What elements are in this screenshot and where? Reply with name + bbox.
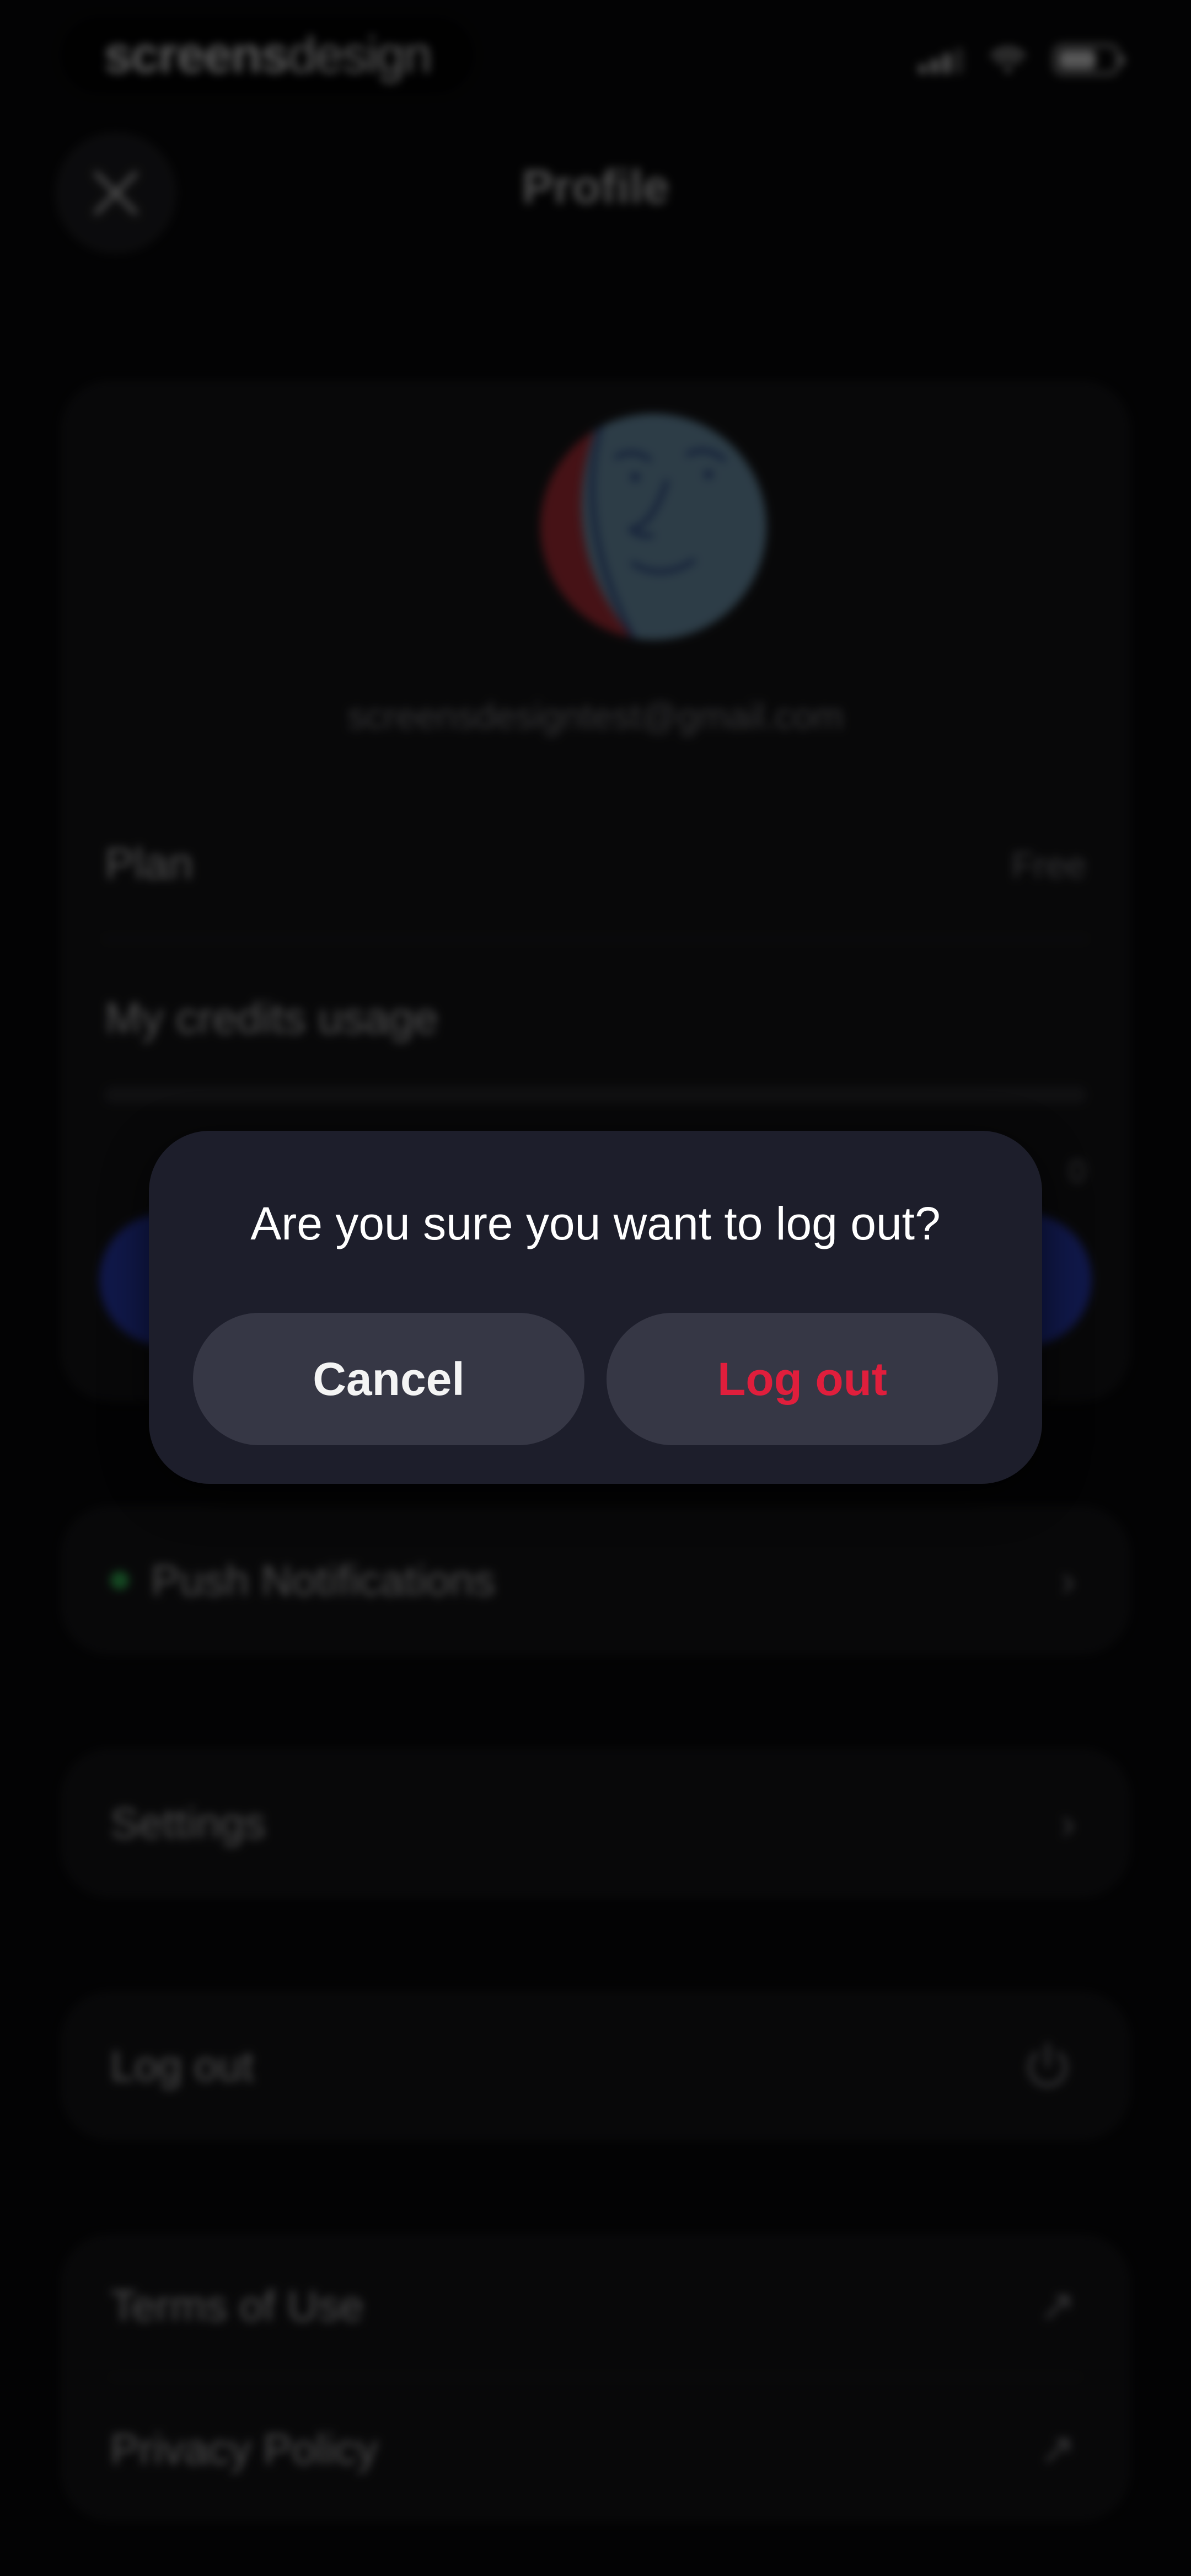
logout-confirm-dialog: Are you sure you want to log out? Cancel…: [149, 1131, 1042, 1484]
app-screen: screensdesign Profile screensdesigntest@…: [0, 0, 1191, 2576]
cancel-button[interactable]: Cancel: [193, 1313, 584, 1445]
dialog-message: Are you sure you want to log out?: [250, 1198, 941, 1249]
confirm-logout-button[interactable]: Log out: [607, 1313, 998, 1445]
